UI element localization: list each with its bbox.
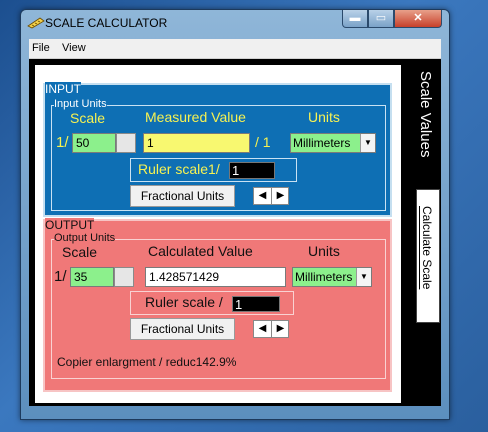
output-spin-control[interactable]: ◀ ▶	[253, 320, 289, 338]
maximize-icon: ▭	[375, 12, 387, 24]
maximize-button[interactable]: ▭	[368, 10, 394, 28]
scale-values-panel: INPUT Input Units Scale Measured Value U…	[35, 65, 401, 403]
output-units-value: Millimeters	[295, 270, 353, 284]
input-units-select[interactable]: Millimeters ▼	[290, 133, 376, 153]
output-units-label: Units	[308, 243, 340, 259]
ruler-app-icon	[27, 17, 45, 29]
window-title: SCALE CALCULATOR	[45, 16, 168, 30]
output-scale-label: Scale	[62, 244, 98, 260]
output-fractional-units-button[interactable]: Fractional Units	[130, 318, 235, 340]
input-ruler-field[interactable]: 1	[229, 162, 275, 179]
output-scale-prefix: 1/	[54, 268, 67, 285]
chevron-down-icon[interactable]: ▼	[360, 134, 375, 152]
input-scale-button[interactable]	[116, 133, 136, 153]
tab-calculate-scale[interactable]: Calculate Scale	[416, 189, 440, 323]
input-units-value: Millimeters	[293, 136, 351, 150]
input-ruler-label: Ruler scale1/	[138, 161, 220, 177]
input-ruler-scale: Ruler scale1/ 1	[130, 158, 297, 182]
input-fractional-units-button[interactable]: Fractional Units	[130, 185, 235, 207]
copier-label: Copier enlargment / reduc	[57, 355, 196, 369]
client-area: Scale Values Calculate Scale INPUT Input…	[29, 59, 441, 406]
calculated-value-label: Calculated Value	[148, 243, 253, 259]
output-units-select[interactable]: Millimeters ▼	[292, 267, 372, 287]
output-ruler-label: Ruler scale /	[145, 294, 223, 310]
menu-view[interactable]: View	[62, 42, 86, 54]
output-section-title: OUTPUT	[45, 218, 95, 232]
output-ruler-scale: Ruler scale / 1	[130, 291, 294, 315]
output-units-group-title: Output Units	[54, 232, 116, 244]
title-bar[interactable]: SCALE CALCULATOR ▬ ▭ ✕	[21, 10, 449, 38]
input-scale-label: Scale	[70, 110, 106, 126]
minimize-icon: ▬	[349, 12, 361, 24]
app-window: SCALE CALCULATOR ▬ ▭ ✕ File View Scale V…	[20, 9, 450, 420]
input-units-label: Units	[308, 109, 340, 125]
menu-file[interactable]: File	[32, 42, 50, 54]
chevron-down-icon[interactable]: ▼	[356, 268, 371, 286]
close-button[interactable]: ✕	[394, 10, 442, 28]
minimize-button[interactable]: ▬	[342, 10, 368, 28]
input-units-group-title: Input Units	[54, 98, 107, 110]
spin-right-icon[interactable]: ▶	[272, 188, 289, 204]
spin-right-icon[interactable]: ▶	[272, 321, 289, 337]
input-spin-control[interactable]: ◀ ▶	[253, 187, 289, 205]
input-units-group: Input Units Scale Measured Value Units 1…	[51, 98, 386, 211]
copier-value: 142.9%	[195, 355, 237, 369]
close-icon: ✕	[413, 12, 423, 24]
output-scale-field[interactable]: 35	[70, 267, 114, 287]
spin-left-icon[interactable]: ◀	[254, 321, 272, 337]
output-scale-button[interactable]	[114, 267, 134, 287]
calculated-value-field[interactable]: 1.428571429	[145, 267, 286, 287]
output-section: OUTPUT Output Units Scale Calculated Val…	[43, 218, 392, 392]
tab-calculate-scale-label: Calculate Scale	[420, 206, 434, 290]
input-scale-field[interactable]: 50	[72, 133, 116, 153]
tab-scale-values[interactable]: Scale Values	[417, 71, 434, 157]
measured-value-label: Measured Value	[145, 109, 246, 125]
spin-left-icon[interactable]: ◀	[254, 188, 272, 204]
measured-divider: / 1	[255, 134, 271, 150]
input-scale-prefix: 1/	[56, 134, 69, 151]
input-section-title: INPUT	[45, 82, 81, 96]
output-ruler-field[interactable]: 1	[232, 296, 280, 312]
menu-bar: File View	[29, 39, 441, 59]
copier-enlargement: Copier enlargment / reduc142.9%	[57, 355, 236, 369]
measured-value-field[interactable]: 1	[143, 133, 250, 153]
input-section: INPUT Input Units Scale Measured Value U…	[43, 82, 392, 217]
